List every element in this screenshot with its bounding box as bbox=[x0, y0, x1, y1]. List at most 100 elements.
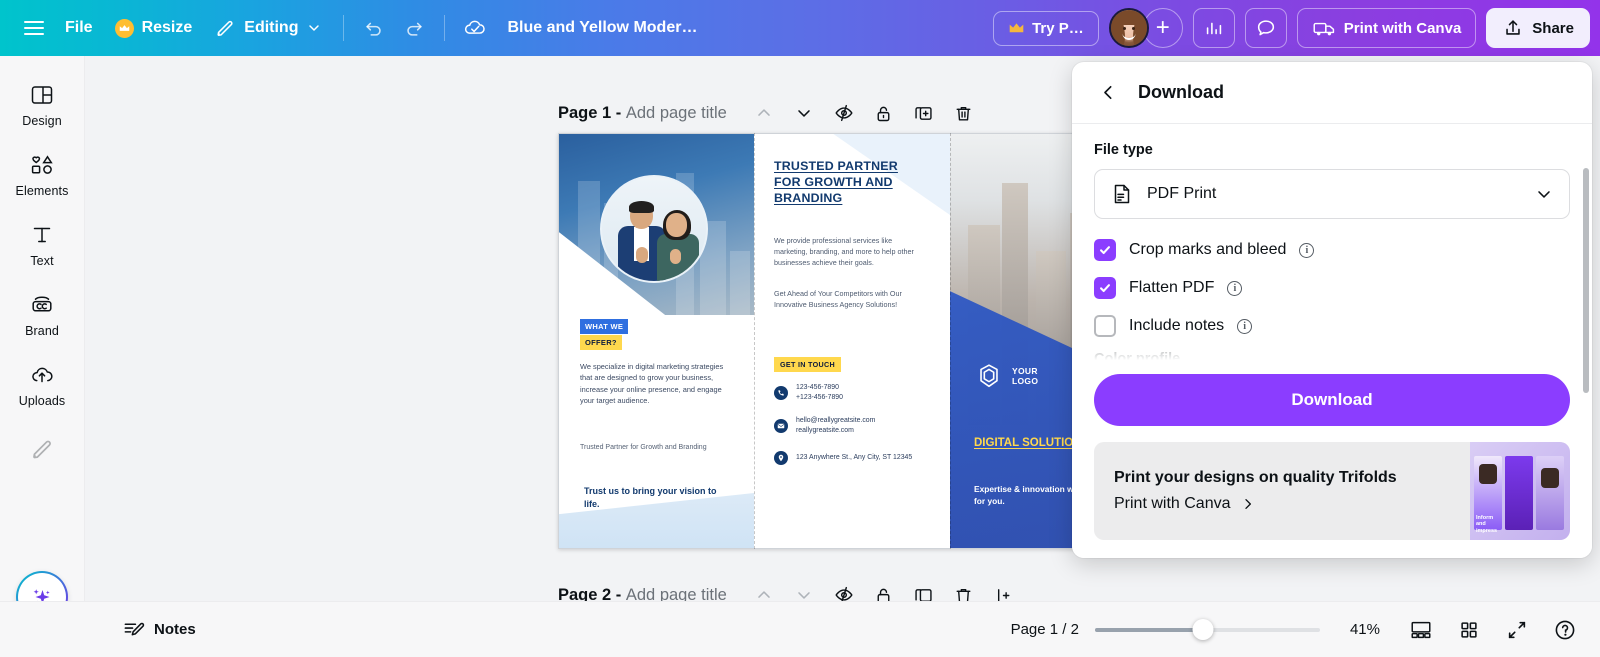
move-page-up-button[interactable] bbox=[745, 96, 783, 130]
chevron-down-icon bbox=[794, 585, 814, 601]
sidebar-item-uploads[interactable]: Uploads bbox=[6, 352, 78, 416]
timeline-view-button[interactable] bbox=[1400, 610, 1442, 650]
zoom-slider-handle[interactable] bbox=[1192, 619, 1213, 640]
back-button[interactable] bbox=[1090, 75, 1126, 111]
offer-tag: OFFER? bbox=[580, 335, 622, 350]
sidebar-item-label: Design bbox=[22, 114, 62, 128]
option-crop-marks-and-bleed[interactable]: Crop marks and bleed i bbox=[1094, 231, 1570, 269]
info-icon[interactable]: i bbox=[1237, 319, 1252, 334]
crown-icon bbox=[115, 19, 134, 38]
page-title-row[interactable]: Page 1 - Add page title bbox=[558, 104, 727, 123]
email-icon bbox=[774, 419, 788, 433]
share-button[interactable]: Share bbox=[1486, 8, 1590, 48]
comment-icon bbox=[1255, 17, 1277, 39]
checkbox-include-notes[interactable] bbox=[1094, 315, 1116, 337]
contact-email: hello@reallygreatsite.com reallygreatsit… bbox=[774, 416, 875, 436]
sidebar-item-brand[interactable]: Brand bbox=[6, 282, 78, 346]
move-page-2-up-button[interactable] bbox=[745, 578, 783, 601]
hide-page-icon bbox=[833, 102, 855, 124]
contact-phone: 123-456-7890 +123-456-7890 bbox=[774, 383, 843, 403]
resize-button[interactable]: Resize bbox=[104, 12, 204, 45]
promo-link-row[interactable]: Print with Canva bbox=[1114, 495, 1470, 513]
checkbox-flatten-pdf[interactable] bbox=[1094, 277, 1116, 299]
chevron-up-icon bbox=[754, 103, 774, 123]
undo-button[interactable] bbox=[354, 8, 394, 48]
move-page-down-button[interactable] bbox=[785, 96, 823, 130]
sidebar-item-elements[interactable]: Elements bbox=[6, 142, 78, 206]
sidebar-item-text[interactable]: Text bbox=[6, 212, 78, 276]
file-type-label: File type bbox=[1094, 142, 1570, 158]
duplicate-page-2-button[interactable] bbox=[905, 578, 943, 601]
duplicate-page-button[interactable] bbox=[905, 96, 943, 130]
zoom-level-value[interactable]: 41% bbox=[1350, 621, 1380, 638]
draw-pen-icon bbox=[29, 436, 55, 462]
notes-label: Notes bbox=[154, 621, 196, 638]
insights-button[interactable] bbox=[1193, 8, 1235, 48]
try-pro-button[interactable]: Try P… bbox=[993, 11, 1099, 46]
avatar[interactable] bbox=[1109, 8, 1149, 48]
add-collaborator-button[interactable]: + bbox=[1143, 8, 1183, 48]
grid-view-button[interactable] bbox=[1448, 610, 1490, 650]
print-promo-card[interactable]: Print your designs on quality Trifolds P… bbox=[1094, 442, 1570, 540]
try-pro-label: Try P… bbox=[1032, 20, 1084, 37]
crown-icon bbox=[1008, 21, 1025, 35]
design-page-1[interactable]: WHAT WE OFFER? We specialize in digital … bbox=[558, 133, 1146, 549]
check-icon bbox=[1098, 243, 1112, 257]
option-label: Flatten PDF bbox=[1129, 279, 1214, 297]
delete-page-button[interactable] bbox=[945, 96, 983, 130]
bottom-right-controls: Page 1 / 2 41% bbox=[1011, 610, 1600, 650]
hide-page-button[interactable] bbox=[825, 96, 863, 130]
download-button[interactable]: Download bbox=[1094, 374, 1570, 426]
notes-button[interactable]: Notes bbox=[110, 610, 208, 649]
fullscreen-button[interactable] bbox=[1496, 610, 1538, 650]
print-with-canva-button[interactable]: Print with Canva bbox=[1297, 8, 1477, 48]
page-title-placeholder: Add page title bbox=[626, 104, 727, 122]
option-include-notes[interactable]: Include notes i bbox=[1094, 307, 1570, 345]
avatar-eye-left bbox=[1123, 27, 1126, 30]
trifold-panel bbox=[1505, 456, 1533, 530]
resize-label: Resize bbox=[142, 20, 193, 36]
move-page-2-down-button[interactable] bbox=[785, 578, 823, 601]
lock-page-button[interactable] bbox=[865, 96, 903, 130]
pdf-document-icon bbox=[1110, 182, 1134, 206]
contact-address: 123 Anywhere St., Any City, ST 12345 bbox=[774, 451, 912, 465]
zoom-slider[interactable] bbox=[1095, 620, 1320, 640]
lock-page-2-button[interactable] bbox=[865, 578, 903, 601]
uploads-icon bbox=[28, 362, 56, 388]
page-2-title-row[interactable]: Page 2 - Add page title bbox=[558, 586, 727, 602]
redo-button[interactable] bbox=[394, 8, 434, 48]
truck-icon bbox=[1312, 17, 1337, 39]
page-number: Page 1 - bbox=[558, 104, 626, 122]
info-icon[interactable]: i bbox=[1299, 243, 1314, 258]
hide-page-2-button[interactable] bbox=[825, 578, 863, 601]
delete-page-2-button[interactable] bbox=[945, 578, 983, 601]
chevron-down-icon bbox=[306, 20, 322, 36]
grid-view-icon bbox=[1458, 619, 1480, 641]
top-toolbar: File Resize Editing bbox=[0, 0, 1600, 56]
file-type-select[interactable]: PDF Print bbox=[1094, 169, 1570, 219]
chevron-right-icon bbox=[1240, 496, 1256, 512]
text-icon bbox=[29, 222, 55, 248]
hamburger-menu-button[interactable] bbox=[14, 8, 54, 48]
editing-mode-button[interactable]: Editing bbox=[203, 10, 333, 46]
checkbox-crop-marks[interactable] bbox=[1094, 239, 1116, 261]
info-icon[interactable]: i bbox=[1227, 281, 1242, 296]
option-flatten-pdf[interactable]: Flatten PDF i bbox=[1094, 269, 1570, 307]
document-title[interactable]: Blue and Yellow Moder… bbox=[495, 12, 709, 44]
sidebar-item-label: Brand bbox=[25, 324, 59, 338]
option-label: Crop marks and bleed bbox=[1129, 241, 1286, 259]
panel2-paragraph-2: Get Ahead of Your Competitors with Our I… bbox=[774, 288, 926, 310]
comments-button[interactable] bbox=[1245, 8, 1287, 48]
chevron-left-icon bbox=[1098, 82, 1119, 103]
sidebar-item-draw[interactable] bbox=[6, 426, 78, 470]
panel2-paragraph-1: We provide professional services like ma… bbox=[774, 235, 926, 268]
chevron-down-icon bbox=[1534, 184, 1554, 204]
cloud-save-status-button[interactable] bbox=[455, 8, 495, 48]
file-menu-button[interactable]: File bbox=[54, 13, 104, 43]
add-page-button[interactable] bbox=[985, 578, 1023, 601]
download-panel-scrollbar[interactable] bbox=[1583, 168, 1589, 393]
download-panel: Download File type PDF Print Crop marks … bbox=[1072, 62, 1592, 558]
help-button[interactable] bbox=[1544, 610, 1586, 650]
logo-mark-icon bbox=[974, 361, 1004, 391]
sidebar-item-design[interactable]: Design bbox=[6, 72, 78, 136]
